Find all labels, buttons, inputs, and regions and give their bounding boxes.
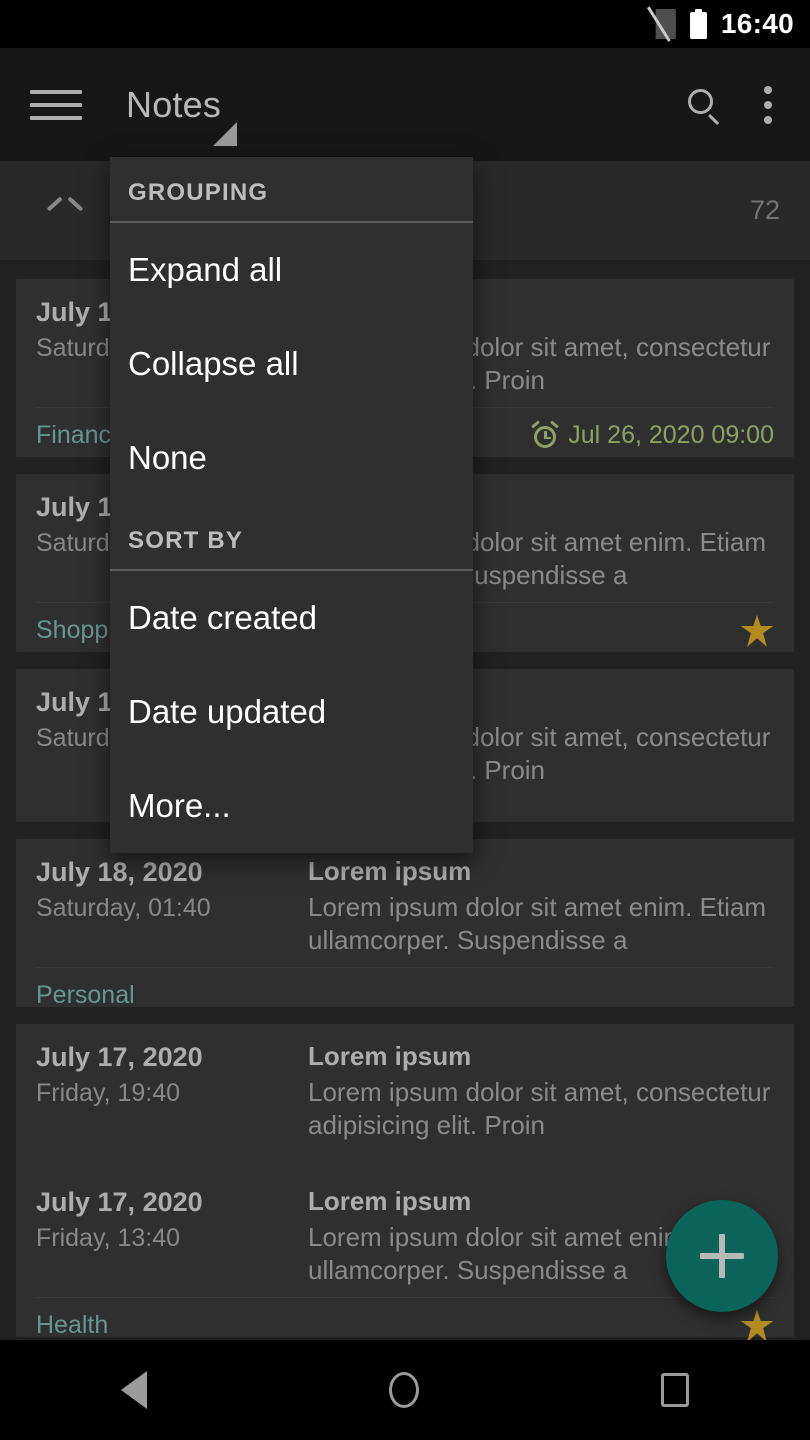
menu-item-more[interactable]: More... bbox=[110, 759, 473, 853]
status-bar-clock: 16:40 bbox=[720, 8, 794, 39]
app-screen: 16:40 Notes 72 July 18, 2020Saturday, 07… bbox=[0, 0, 810, 1440]
back-triangle-icon[interactable] bbox=[121, 1371, 147, 1409]
system-nav-bar bbox=[0, 1340, 810, 1440]
menu-item-date-created[interactable]: Date created bbox=[110, 571, 473, 665]
menu-item-date-updated[interactable]: Date updated bbox=[110, 665, 473, 759]
home-circle-icon[interactable] bbox=[389, 1372, 419, 1408]
status-bar: 16:40 bbox=[0, 0, 810, 48]
grouping-sort-menu[interactable]: GROUPING Expand all Collapse all None SORT B… bbox=[110, 157, 473, 853]
battery-icon bbox=[689, 9, 707, 39]
status-bar-icons: 16:40 bbox=[646, 6, 794, 42]
menu-item-expand-all[interactable]: Expand all bbox=[110, 223, 473, 317]
menu-item-collapse-all[interactable]: Collapse all bbox=[110, 317, 473, 411]
signal-off-icon bbox=[646, 6, 676, 42]
menu-section-label-sort-by: SORT BY bbox=[128, 527, 244, 554]
menu-section-label-grouping: GROUPING bbox=[128, 179, 269, 206]
menu-item-none[interactable]: None bbox=[110, 411, 473, 505]
recents-square-icon[interactable] bbox=[661, 1373, 689, 1407]
